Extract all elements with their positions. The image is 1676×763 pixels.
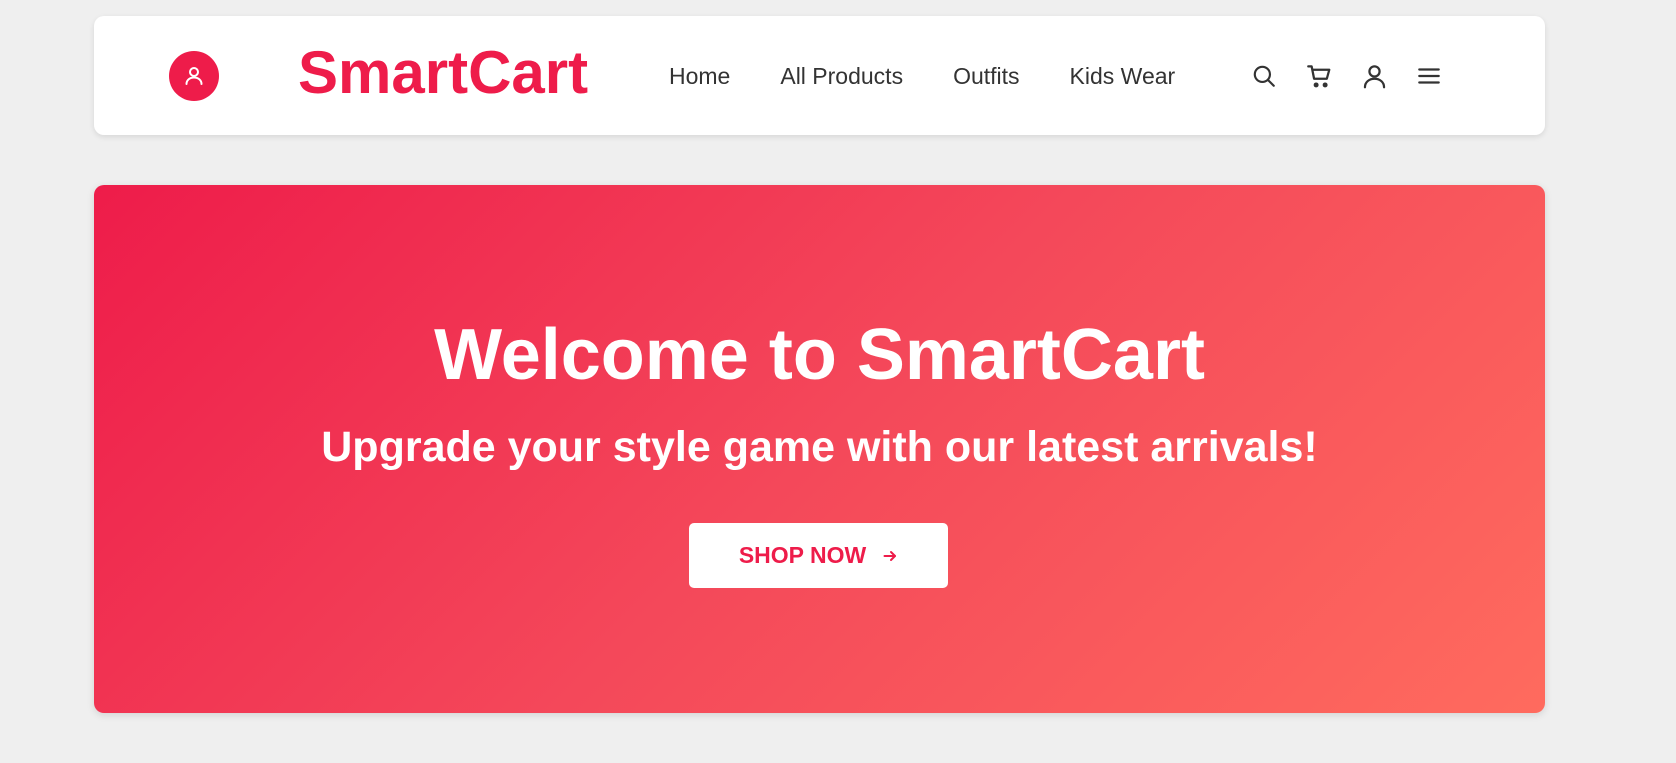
shop-now-button[interactable]: SHOP NOW (689, 523, 948, 588)
arrow-right-icon (882, 548, 898, 564)
cart-icon (1306, 64, 1330, 87)
user-icon (185, 67, 203, 85)
main-nav: Home All Products Outfits Kids Wear (669, 59, 1175, 93)
hero-banner: Welcome to SmartCart Upgrade your style … (94, 185, 1545, 713)
nav-link-kids-wear[interactable]: Kids Wear (1070, 59, 1176, 93)
account-button[interactable] (1358, 60, 1390, 92)
hero-title: Welcome to SmartCart (434, 315, 1205, 395)
brand-name[interactable]: SmartCart (298, 38, 588, 108)
cart-button[interactable] (1303, 60, 1335, 92)
search-button[interactable] (1248, 60, 1280, 92)
menu-icon (1418, 68, 1440, 84)
navbar: SmartCart Home All Products Outfits Kids… (94, 16, 1545, 135)
user-icon (1363, 64, 1385, 88)
nav-link-home[interactable]: Home (669, 59, 730, 93)
nav-link-all-products[interactable]: All Products (780, 59, 903, 93)
nav-link-outfits[interactable]: Outfits (953, 59, 1019, 93)
logo[interactable] (169, 51, 219, 101)
shop-now-label: SHOP NOW (738, 542, 867, 568)
hero-subtitle: Upgrade your style game with our latest … (321, 423, 1318, 471)
search-icon (1253, 65, 1275, 87)
nav-icons (1248, 60, 1445, 92)
menu-button[interactable] (1413, 60, 1445, 92)
